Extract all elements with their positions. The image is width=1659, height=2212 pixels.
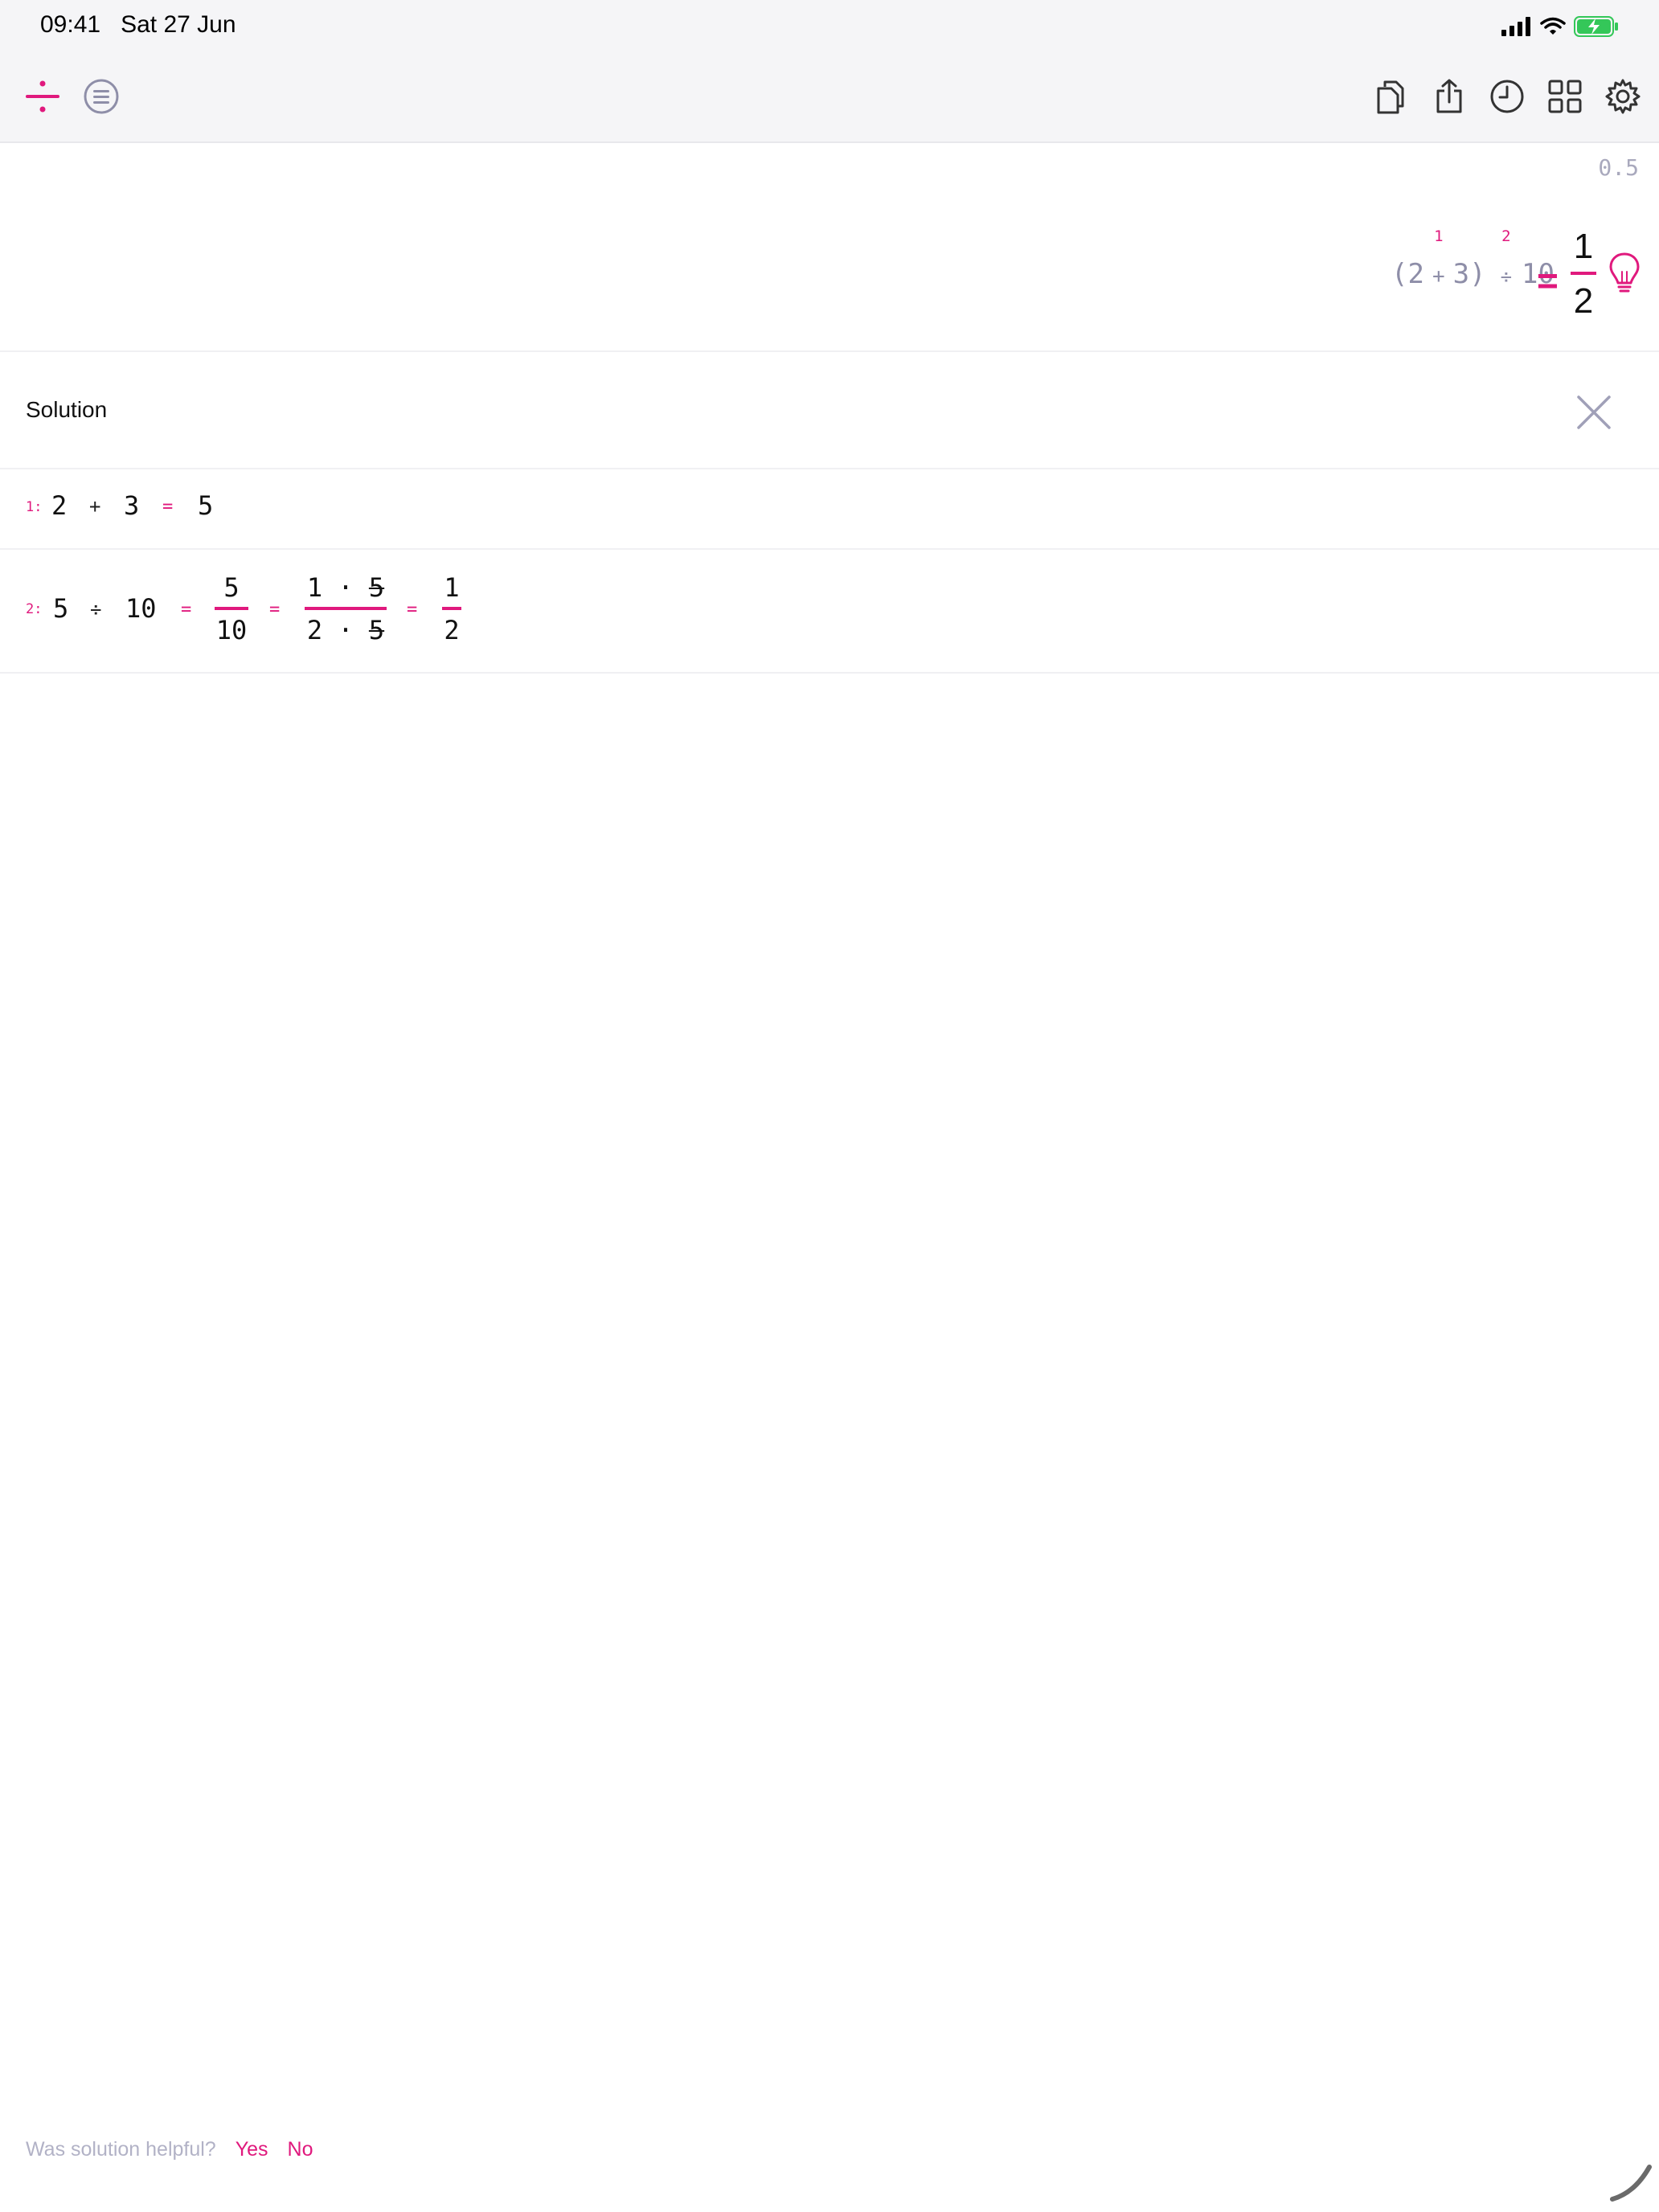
step-index: 2:	[26, 601, 43, 617]
step-operator: +	[89, 495, 101, 518]
step-equals: =	[407, 600, 418, 620]
divide-button[interactable]	[20, 74, 65, 119]
status-date: Sat 27 Jun	[121, 11, 236, 38]
numerator-factor: 1	[306, 572, 323, 603]
result-denominator: 2	[1573, 281, 1594, 321]
open-paren: (	[1391, 258, 1408, 290]
share-icon	[1436, 79, 1462, 113]
gear-icon	[1605, 79, 1641, 114]
copy-icon	[1377, 80, 1404, 114]
step-operand: 3	[124, 490, 140, 521]
input-expression[interactable]: ( 2 1 + 3 ) 2 ÷ 10	[1391, 227, 1555, 293]
step-fraction-2: 1 · 5 2 · 5	[304, 572, 387, 645]
share-button[interactable]	[1427, 74, 1472, 119]
step-equals: =	[269, 600, 281, 620]
lightbulb-icon	[1609, 252, 1640, 293]
solution-step-2: 2: 5 ÷ 10 = 5 10 = 1 · 5 2 · 5 = 1 2	[0, 550, 1659, 672]
operand-a: 2	[1407, 258, 1424, 290]
step-operand: 2	[51, 490, 68, 521]
step-operand: 5	[53, 593, 69, 624]
fraction-numerator: 5	[223, 572, 240, 603]
divide-operator: ÷	[1500, 265, 1513, 288]
fraction-denominator: 10	[215, 615, 248, 645]
close-paren: )	[1469, 258, 1486, 290]
history-icon	[1490, 80, 1524, 113]
dot-operator: ·	[338, 572, 354, 603]
operand-b: 3	[1452, 258, 1470, 290]
fraction-bar	[215, 607, 248, 610]
dot-operator: ·	[338, 615, 354, 645]
step-equals: =	[181, 600, 192, 620]
equals-mode-button[interactable]	[79, 74, 124, 119]
fraction-numerator: 1	[444, 572, 460, 603]
hint-button[interactable]	[1606, 251, 1643, 296]
status-icons	[1501, 13, 1619, 40]
status-bar-datetime: 09:41 Sat 27 Jun	[40, 11, 236, 39]
step-operator: ÷	[90, 598, 102, 621]
divider	[0, 672, 1659, 674]
grid-button[interactable]	[1542, 74, 1587, 119]
solution-step-1: 1: 2 + 3 = 5	[0, 469, 1659, 548]
close-icon	[1577, 395, 1611, 429]
cancelled-factor: 5	[368, 572, 385, 603]
cancelled-factor: 5	[368, 615, 385, 645]
step-fraction-3: 1 2	[440, 572, 463, 645]
fraction-denominator: 2	[444, 615, 460, 645]
copy-button[interactable]	[1369, 74, 1414, 119]
step-2-operator: 2 ÷	[1500, 227, 1513, 290]
result-fraction: 1 2	[1569, 227, 1598, 322]
fraction-numerator: 1 · 5	[307, 572, 384, 603]
step-2-marker: 2	[1501, 227, 1511, 245]
wifi-icon	[1540, 17, 1566, 35]
fraction-denominator: 2 · 5	[307, 615, 384, 645]
grid-icon	[1548, 80, 1582, 113]
feedback-no-button[interactable]: No	[288, 2138, 313, 2161]
equals-circle-icon	[84, 79, 119, 114]
pencil-handle[interactable]	[1608, 2162, 1656, 2202]
result-equals-sign: =	[1537, 260, 1559, 301]
plus-operator: +	[1432, 264, 1445, 289]
solution-title: Solution	[26, 397, 108, 422]
step-1-operator: 1 +	[1432, 227, 1445, 290]
divider	[0, 350, 1659, 352]
denominator-factor: 2	[306, 615, 323, 645]
close-solution-button[interactable]	[1574, 392, 1614, 432]
history-button[interactable]	[1485, 74, 1530, 119]
fraction-bar	[305, 607, 387, 610]
top-bar: 09:41 Sat 27 Jun	[0, 0, 1659, 143]
result-numerator: 1	[1573, 227, 1594, 266]
fraction-bar	[442, 607, 461, 610]
step-fraction-1: 5 10	[214, 572, 249, 645]
divide-icon	[26, 80, 59, 113]
fraction-bar	[1571, 272, 1596, 275]
step-1-marker: 1	[1434, 227, 1444, 245]
signal-icon	[1501, 17, 1530, 36]
step-operand: 10	[125, 593, 157, 624]
step-index: 1:	[26, 499, 43, 515]
settings-button[interactable]	[1600, 74, 1645, 119]
step-result: 5	[198, 490, 214, 521]
feedback-bar: Was solution helpful? Yes No	[26, 2138, 313, 2161]
step-equals: =	[162, 497, 174, 517]
feedback-question: Was solution helpful?	[26, 2138, 216, 2161]
result-preview: 0.5	[1598, 154, 1639, 181]
battery-charging-icon	[1574, 16, 1618, 37]
pencil-icon	[1610, 2165, 1652, 2202]
feedback-yes-button[interactable]: Yes	[236, 2138, 268, 2161]
status-time: 09:41	[40, 11, 101, 38]
